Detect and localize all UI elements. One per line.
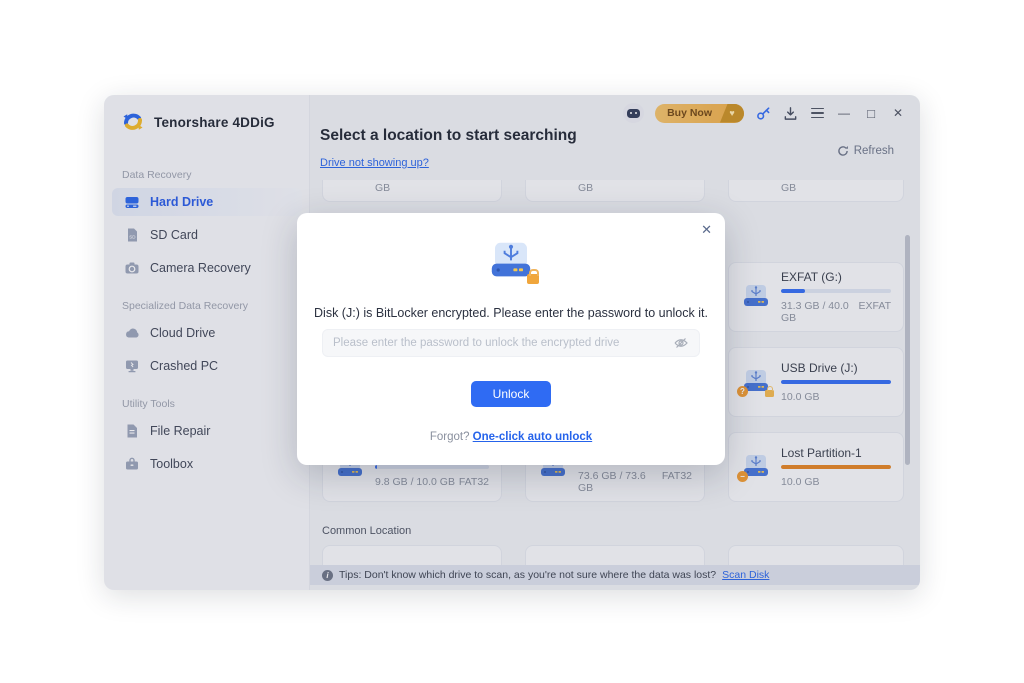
password-input[interactable] [333,337,673,349]
page-background: Tenorshare 4DDiG Data Recovery Hard Driv… [0,0,1024,683]
password-field-wrapper [322,329,700,357]
forgot-row: Forgot? One-click auto unlock [297,431,725,443]
unlock-button[interactable]: Unlock [471,381,551,407]
app-window: Tenorshare 4DDiG Data Recovery Hard Driv… [104,95,920,590]
eye-off-icon[interactable] [673,335,689,351]
dialog-message: Disk (J:) is BitLocker encrypted. Please… [297,306,725,320]
auto-unlock-link[interactable]: One-click auto unlock [473,431,593,443]
dialog-close-icon[interactable]: ✕ [701,222,712,238]
encrypted-usb-drive-icon [487,241,535,285]
forgot-label: Forgot? [430,431,470,443]
bitlocker-unlock-dialog: ✕ Disk (J:) is BitLocker encrypted. Plea… [297,213,725,465]
lock-icon [527,274,539,284]
